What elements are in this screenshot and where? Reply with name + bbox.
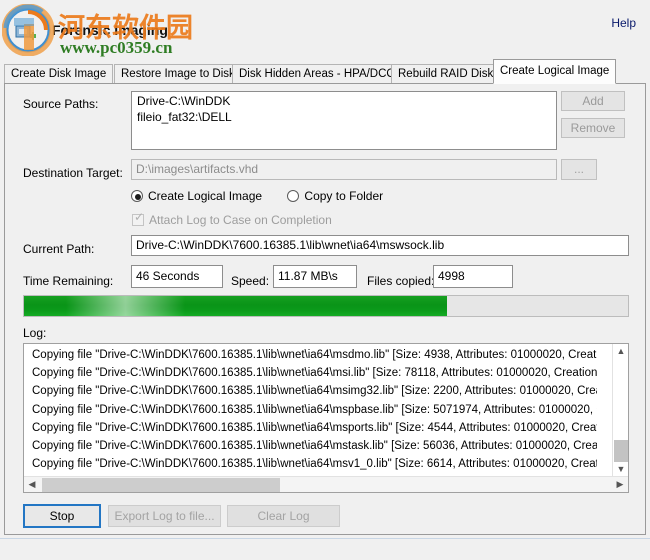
export-log-button[interactable]: Export Log to file... xyxy=(108,505,221,527)
horizontal-scrollbar-thumb[interactable] xyxy=(42,478,280,492)
list-item[interactable]: fileio_fat32:\DELL xyxy=(132,108,556,124)
tab-disk-hidden-areas[interactable]: Disk Hidden Areas - HPA/DCO xyxy=(232,64,403,83)
speed-value: 11.87 MB\s xyxy=(273,265,357,288)
image-mode-radio-group: Create Logical Image Copy to Folder xyxy=(131,189,405,207)
log-line: Copying file "Drive-C:\WinDDK\7600.16385… xyxy=(24,473,597,474)
current-path-label: Current Path: xyxy=(23,242,95,256)
time-remaining-value: 46 Seconds xyxy=(131,265,223,288)
radio-copy-to-folder[interactable]: Copy to Folder xyxy=(287,189,383,204)
log-line: Copying file "Drive-C:\WinDDK\7600.16385… xyxy=(32,403,597,416)
stop-button[interactable]: Stop xyxy=(23,504,101,528)
log-line-list: Copying file "Drive-C:\WinDDK\7600.16385… xyxy=(24,346,597,474)
log-line: Copying file "Drive-C:\WinDDK\7600.16385… xyxy=(32,421,597,434)
speed-label: Speed: xyxy=(231,274,270,288)
current-path-value[interactable]: Drive-C:\WinDDK\7600.16385.1\lib\wnet\ia… xyxy=(131,235,629,256)
log-horizontal-scrollbar[interactable]: ◀ ▶ xyxy=(24,476,628,492)
scroll-up-icon[interactable]: ▲ xyxy=(613,344,628,360)
log-label: Log: xyxy=(23,326,47,340)
time-remaining-label: Time Remaining: xyxy=(23,274,114,288)
progress-gloss xyxy=(66,296,185,316)
browse-destination-button[interactable]: ... xyxy=(561,159,597,180)
destination-target-label: Destination Target: xyxy=(23,166,123,180)
log-line: Copying file "Drive-C:\WinDDK\7600.16385… xyxy=(32,458,597,471)
scroll-right-icon[interactable]: ▶ xyxy=(612,477,628,492)
tab-strip: Create Disk Image Restore Image to Disk … xyxy=(4,59,646,84)
vertical-scrollbar-thumb[interactable] xyxy=(614,440,628,462)
log-line: Copying file "Drive-C:\WinDDK\7600.16385… xyxy=(32,385,597,398)
radio-create-logical-image[interactable]: Create Logical Image xyxy=(131,189,262,204)
attach-log-label: Attach Log to Case on Completion xyxy=(149,213,332,227)
create-logical-image-panel: Source Paths: Drive-C:\WinDDK fileio_fat… xyxy=(4,83,646,535)
files-copied-value: 4998 xyxy=(433,265,513,288)
remove-button[interactable]: Remove xyxy=(561,118,625,138)
clear-log-button[interactable]: Clear Log xyxy=(227,505,340,527)
log-line: Copying file "Drive-C:\WinDDK\7600.16385… xyxy=(32,349,597,361)
app-header: Forensic Imaging 河东软件园 www.pc0359.cn Hel… xyxy=(0,0,650,58)
log-line: Copying file "Drive-C:\WinDDK\7600.16385… xyxy=(32,439,597,452)
radio-dot-icon xyxy=(287,190,300,202)
add-button[interactable]: Add xyxy=(561,91,625,111)
tab-create-logical-image[interactable]: Create Logical Image xyxy=(493,59,617,84)
checkmark-icon xyxy=(132,211,145,226)
forensic-imaging-logo-icon xyxy=(4,6,52,54)
help-link[interactable]: Help xyxy=(611,16,636,30)
log-textbox[interactable]: Copying file "Drive-C:\WinDDK\7600.16385… xyxy=(23,343,629,493)
log-line: Copying file "Drive-C:\WinDDK\7600.16385… xyxy=(32,367,597,380)
radio-label: Copy to Folder xyxy=(304,189,384,203)
watermark-site-url: www.pc0359.cn xyxy=(60,38,173,57)
scroll-left-icon[interactable]: ◀ xyxy=(24,477,40,492)
source-paths-label: Source Paths: xyxy=(23,97,99,111)
list-item[interactable]: Drive-C:\WinDDK xyxy=(132,92,556,108)
tab-restore-image-to-disk[interactable]: Restore Image to Disk xyxy=(114,64,242,83)
source-paths-list[interactable]: Drive-C:\WinDDK fileio_fat32:\DELL xyxy=(131,91,557,150)
destination-target-input[interactable]: D:\images\artifacts.vhd xyxy=(131,159,557,180)
files-copied-label: Files copied: xyxy=(367,274,435,288)
page-title: Forensic Imaging xyxy=(52,22,168,38)
progress-bar xyxy=(23,295,629,317)
log-vertical-scrollbar[interactable]: ▲ ▼ xyxy=(612,344,628,478)
status-bar xyxy=(0,538,650,560)
progress-bar-fill xyxy=(24,296,447,316)
tab-rebuild-raid-disk[interactable]: Rebuild RAID Disk xyxy=(391,64,501,83)
tab-create-disk-image[interactable]: Create Disk Image xyxy=(4,64,114,83)
radio-label: Create Logical Image xyxy=(148,189,263,203)
radio-dot-icon xyxy=(131,190,143,202)
